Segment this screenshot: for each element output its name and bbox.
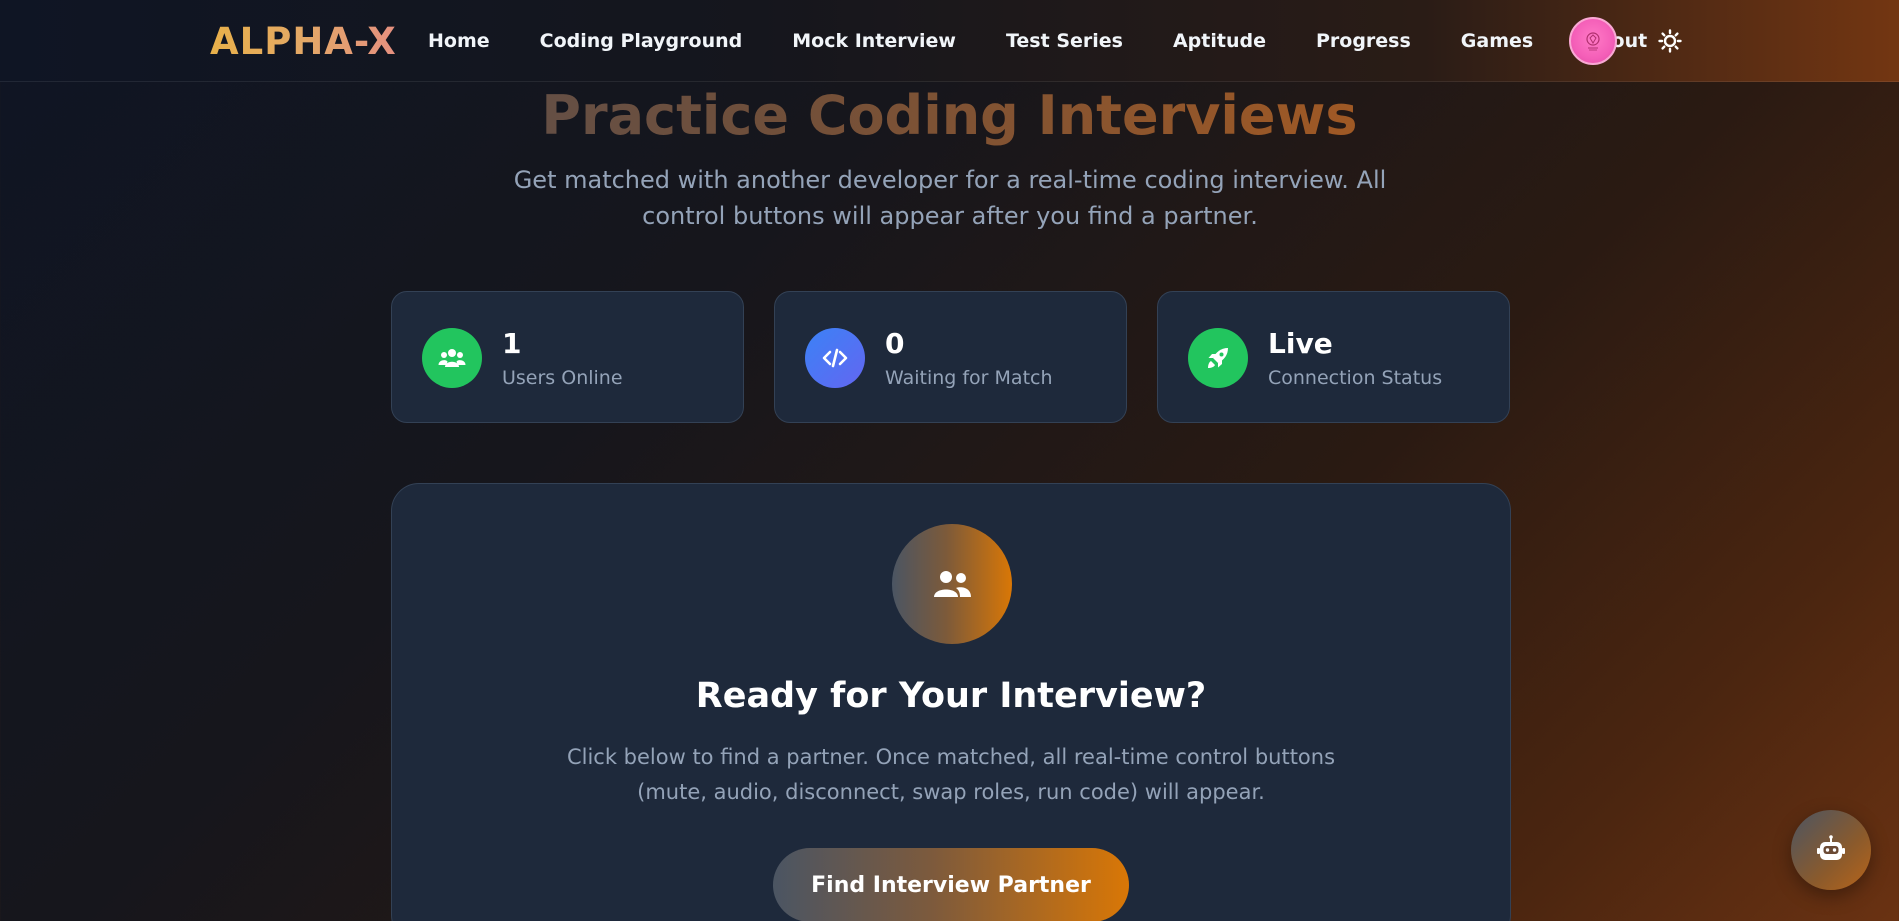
users-icon [422,328,482,388]
stat-card-waiting-for-match: 0 Waiting for Match [774,291,1127,423]
interview-ready-panel: Ready for Your Interview? Click below to… [391,483,1511,921]
nav-link-progress[interactable]: Progress [1316,30,1411,52]
nav-link-coding-playground[interactable]: Coding Playground [540,30,743,52]
sun-icon [1658,29,1682,53]
user-friends-icon [892,524,1012,644]
panel-title: Ready for Your Interview? [695,676,1207,716]
stat-value: 1 [502,327,522,360]
stat-value: 0 [885,327,905,360]
stat-card-connection-status: Live Connection Status [1157,291,1510,423]
stat-label: Waiting for Match [885,367,1053,389]
nav-link-test-series[interactable]: Test Series [1006,30,1123,52]
find-interview-partner-button[interactable]: Find Interview Partner [773,848,1129,921]
code-icon [805,328,865,388]
stat-label: Connection Status [1268,367,1443,389]
robot-icon [1817,835,1845,860]
page-title-text: Practice Coding Interviews [541,84,1358,146]
top-navbar: ALPHA-X Home Coding Playground Mock Inte… [0,0,1899,82]
nav-link-aptitude[interactable]: Aptitude [1173,30,1266,52]
user-avatar[interactable] [1569,17,1617,65]
panel-description: Click below to find a partner. Once matc… [566,745,1336,804]
rocket-icon [1188,328,1248,388]
chatbot-button[interactable] [1791,810,1871,890]
brand-logo[interactable]: ALPHA-X [210,20,397,63]
page-subtitle: Get matched with another developer for a… [513,166,1387,230]
theme-toggle-button[interactable] [1655,26,1685,56]
stat-label: Users Online [502,367,623,389]
nav-link-home[interactable]: Home [428,30,490,52]
avatar-emblem-icon [1586,32,1600,51]
nav-link-mock-interview[interactable]: Mock Interview [792,30,956,52]
nav-links: Home Coding Playground Mock Interview Te… [428,0,1697,82]
page-title: Practice Coding Interviews [0,84,1899,146]
stat-value: Live [1268,327,1333,360]
nav-link-games[interactable]: Games [1461,30,1533,52]
stat-card-users-online: 1 Users Online [391,291,744,423]
